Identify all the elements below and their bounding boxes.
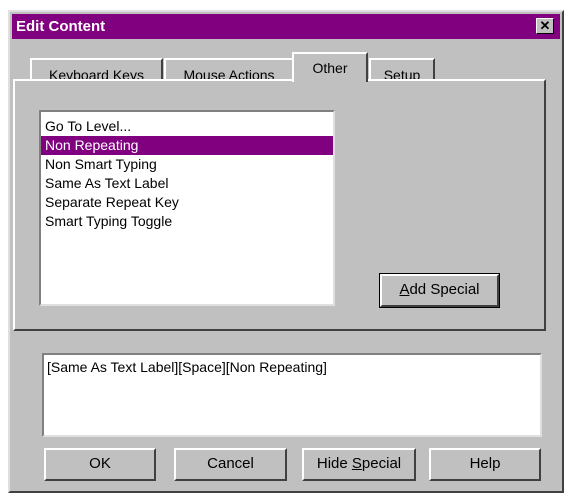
hide-special-rest: pecial: [361, 455, 402, 472]
ok-button[interactable]: OK: [44, 448, 156, 481]
cancel-button[interactable]: Cancel: [174, 448, 287, 481]
list-item[interactable]: Same As Text Label: [41, 174, 333, 193]
window-title: Edit Content: [16, 18, 106, 35]
hide-special-button[interactable]: Hide Special: [302, 448, 416, 481]
special-keys-listbox[interactable]: Go To Level... Non Repeating Non Smart T…: [39, 110, 335, 306]
list-item[interactable]: Go To Level...: [41, 117, 333, 136]
title-bar: Edit Content ✕: [12, 14, 560, 39]
add-special-button[interactable]: Add Special: [379, 273, 500, 308]
add-special-accesskey: A: [399, 281, 410, 298]
content-text-field[interactable]: [Same As Text Label][Space][Non Repeatin…: [42, 353, 542, 437]
tab-other[interactable]: Other: [292, 52, 368, 82]
list-item[interactable]: Separate Repeat Key: [41, 193, 333, 212]
list-item[interactable]: Smart Typing Toggle: [41, 212, 333, 231]
list-item-selected[interactable]: Non Repeating: [41, 136, 333, 155]
add-special-rest: dd Special: [409, 281, 480, 298]
hide-special-accesskey: S: [351, 455, 362, 472]
list-item[interactable]: Non Smart Typing: [41, 155, 333, 174]
close-button[interactable]: ✕: [536, 18, 554, 34]
hide-special-prefix: Hide: [316, 455, 352, 472]
help-button[interactable]: Help: [429, 448, 541, 481]
